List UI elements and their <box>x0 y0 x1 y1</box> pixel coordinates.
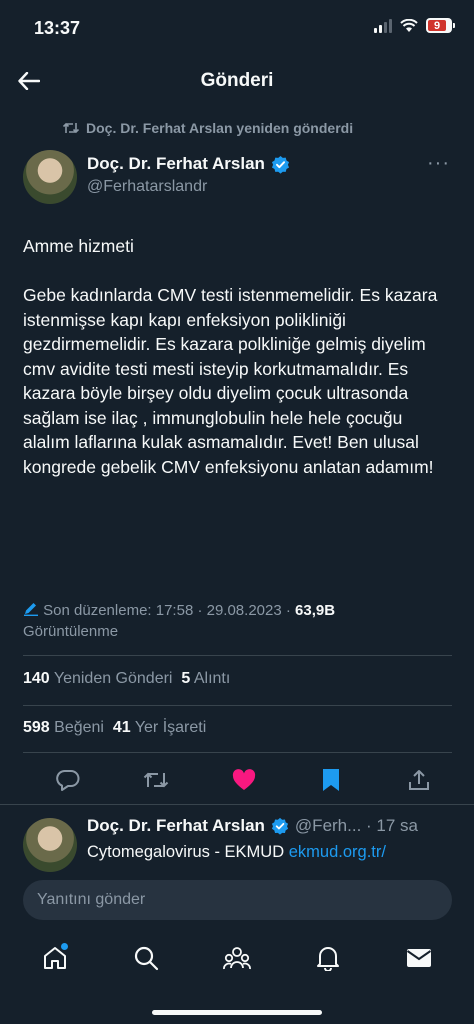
tweet-text: Amme hizmeti Gebe kadınlarda CMV testi i… <box>23 236 438 477</box>
bookmark-filled-icon <box>323 769 340 791</box>
tab-search[interactable] <box>126 938 166 978</box>
reply-handle-time: @Ferh... · 17 sa <box>294 816 418 835</box>
reply-text: Cytomegalovirus - EKMUD <box>87 843 285 861</box>
bookmarks-stat[interactable]: 41 Yer İşareti <box>113 719 206 736</box>
reply-author-name: Doç. Dr. Ferhat Arslan <box>87 816 265 835</box>
edit-pencil-icon <box>24 603 38 616</box>
more-options-button[interactable]: ··· <box>427 152 450 175</box>
views-count: 63,9B <box>295 602 336 619</box>
retweets-count: 140 <box>23 670 50 687</box>
mail-icon <box>406 949 431 967</box>
likes-count: 598 <box>23 719 50 736</box>
battery-level: 9 <box>428 20 446 32</box>
quotes-count: 5 <box>181 670 191 687</box>
verified-badge-icon <box>271 155 289 174</box>
home-indicator <box>152 1010 322 1015</box>
likes-stat[interactable]: 598 Beğeni <box>23 719 104 736</box>
reply-avatar[interactable] <box>23 818 77 872</box>
author-name-row[interactable]: Doç. Dr. Ferhat Arslan <box>87 154 290 174</box>
battery-icon: 9 <box>426 18 455 33</box>
share-button[interactable] <box>406 767 432 793</box>
retweets-stat[interactable]: 140 Yeniden Gönderi <box>23 670 172 687</box>
divider <box>23 705 452 706</box>
retweet-icon <box>143 772 168 788</box>
edited-label[interactable]: Son düzenleme: 17:58 · 29.08.2023 · <box>43 602 291 619</box>
reply-text-row: Cytomegalovirus - EKMUD ekmud.org.tr/ <box>87 843 386 862</box>
likes-label: Beğeni <box>54 719 104 736</box>
retweet-icon <box>62 122 80 134</box>
wifi-icon <box>400 18 418 32</box>
tweet-meta: Son düzenleme: 17:58 · 29.08.2023 · 63,9… <box>23 600 453 642</box>
bookmarks-count: 41 <box>112 719 131 736</box>
like-button[interactable] <box>231 767 257 793</box>
quotes-label: Alıntı <box>193 670 231 687</box>
tab-communities[interactable] <box>217 938 257 978</box>
compose-placeholder: Yanıtını gönder <box>37 891 146 908</box>
retweet-note-text: Doç. Dr. Ferhat Arslan yeniden gönderdi <box>86 120 354 136</box>
retweet-quote-stats: 140 Yeniden Gönderi 5 Alıntı <box>23 670 230 688</box>
more-dots-icon: ··· <box>427 152 450 174</box>
retweets-label: Yeniden Gönderi <box>53 670 173 687</box>
like-bookmark-stats: 598 Beğeni 41 Yer İşareti <box>23 719 206 737</box>
retweet-button[interactable] <box>143 767 169 793</box>
page-title: Gönderi <box>200 70 274 91</box>
reply-compose-input[interactable]: Yanıtını gönder <box>23 880 452 920</box>
bookmark-button[interactable] <box>318 767 344 793</box>
avatar[interactable] <box>23 150 77 204</box>
tab-messages[interactable] <box>399 938 439 978</box>
views-label: Görüntülenme <box>23 623 119 640</box>
share-icon <box>409 770 429 790</box>
status-icons: 9 <box>374 18 455 33</box>
signal-icon <box>374 18 392 33</box>
reply-button[interactable] <box>55 767 81 793</box>
communities-icon <box>223 947 251 970</box>
bookmarks-label: Yer İşareti <box>134 719 207 736</box>
tab-home[interactable] <box>35 938 75 978</box>
divider <box>23 752 452 753</box>
quotes-stat[interactable]: 5 Alıntı <box>181 670 230 687</box>
status-time: 13:37 <box>34 18 81 38</box>
reply-header[interactable]: Doç. Dr. Ferhat Arslan @Ferh... · 17 sa <box>87 816 418 836</box>
verified-badge-icon <box>271 817 289 835</box>
retweet-note[interactable]: Doç. Dr. Ferhat Arslan yeniden gönderdi <box>62 120 353 136</box>
reply-icon <box>56 769 80 791</box>
author-handle: @Ferhatarslandr <box>87 178 208 195</box>
divider <box>0 804 474 805</box>
action-bar <box>23 764 452 796</box>
reply-link[interactable]: ekmud.org.tr/ <box>289 843 386 861</box>
divider <box>23 655 452 656</box>
bell-icon <box>316 947 339 971</box>
search-icon <box>135 946 159 971</box>
author-name: Doç. Dr. Ferhat Arslan <box>87 154 265 173</box>
heart-filled-icon <box>232 769 255 790</box>
bottom-tab-bar <box>0 936 474 980</box>
tab-notifications[interactable] <box>308 938 348 978</box>
